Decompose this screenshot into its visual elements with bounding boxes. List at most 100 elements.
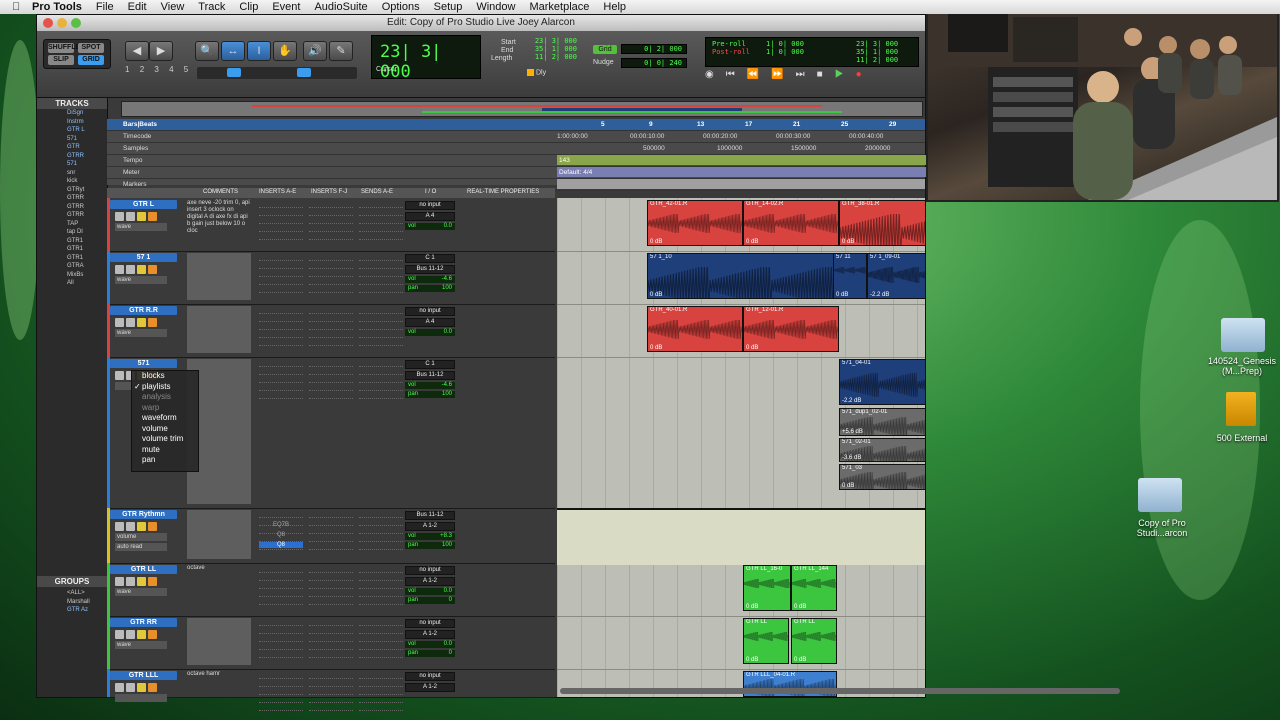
track-header[interactable]: GTR L wave axe neve -20 trim 0, api insert… (107, 198, 555, 252)
insert-slot[interactable] (309, 384, 353, 391)
insert-slot[interactable] (309, 368, 353, 375)
input-selector[interactable]: Bus 11-12 (405, 511, 455, 520)
zoom-out-icon[interactable]: ◀ (125, 41, 149, 61)
audio-clip[interactable]: 57 1_09-01 -2.2 dB (867, 253, 925, 299)
insert-slot[interactable] (309, 643, 353, 650)
insert-slot[interactable] (309, 307, 353, 314)
insert-slot[interactable] (309, 688, 353, 695)
pan-field[interactable]: pan 100 (405, 391, 455, 398)
ruler-bars-beats[interactable]: Bars|Beats 5 9 13 17 21 25 29 (107, 119, 925, 131)
mute-button[interactable] (148, 577, 157, 586)
ruler-meter[interactable]: Meter Default: 4/4 (107, 167, 927, 179)
insert-slot[interactable] (259, 680, 303, 687)
track-view-selector[interactable]: wave (115, 276, 167, 284)
mute-button[interactable] (148, 265, 157, 274)
track-header[interactable]: GTR Rythmn volume auto read EQ7B Q8 Q8 Bus 11-… (107, 508, 555, 564)
insert-slot[interactable] (259, 262, 303, 269)
audio-clip[interactable]: GTR LL 0 dB (791, 618, 837, 664)
track-name[interactable]: 571 (110, 359, 177, 368)
insert-slot[interactable] (309, 619, 353, 626)
track-view-selector[interactable]: wave (115, 641, 167, 649)
track-list-item[interactable]: TAP (37, 220, 107, 229)
send-slot[interactable] (359, 315, 403, 322)
insert-slot[interactable] (259, 376, 303, 383)
insert-slot[interactable] (309, 527, 353, 534)
audio-clip[interactable]: 571_03 0 dB (839, 464, 925, 490)
track-name[interactable]: GTR Rythmn (110, 510, 177, 519)
send-slot[interactable] (359, 254, 403, 261)
insert-slot[interactable] (309, 225, 353, 232)
zoom-preset-2[interactable]: 2 (140, 65, 148, 74)
insert-slot[interactable] (259, 566, 303, 573)
send-slot[interactable] (359, 201, 403, 208)
send-slot[interactable] (359, 543, 403, 550)
mute-button[interactable] (148, 212, 157, 221)
send-slot[interactable] (359, 262, 403, 269)
insert-slot[interactable] (309, 627, 353, 634)
apple-icon[interactable]:  (12, 1, 24, 13)
group-item[interactable]: <ALL> (37, 589, 107, 598)
insert-slot[interactable] (309, 535, 353, 542)
track-list-item[interactable]: GTR1 (37, 254, 107, 263)
col-inserts-ae[interactable]: INSERTS A-E (259, 189, 296, 195)
send-slot[interactable] (359, 511, 403, 518)
menu-item-mute[interactable]: mute (132, 445, 198, 456)
audio-clip[interactable]: GTR LL 0 dB (743, 618, 789, 664)
return-to-zero-icon[interactable]: ⏮ (726, 69, 747, 80)
send-slot[interactable] (359, 368, 403, 375)
track-view-selector[interactable]: volume (115, 533, 167, 541)
menu-item-blocks[interactable]: blocks (132, 371, 198, 382)
trim-tool-icon[interactable]: ↔ (221, 41, 245, 61)
input-monitor-button[interactable] (126, 630, 135, 639)
volume-field[interactable]: vol 0.0 (405, 329, 455, 336)
send-slot[interactable] (359, 643, 403, 650)
output-selector[interactable]: A 4 (405, 318, 455, 327)
insert-slot[interactable] (259, 672, 303, 679)
audio-clip[interactable]: GTR_42-01.R 0 dB (647, 200, 743, 246)
preroll-label[interactable]: Pre-roll (712, 40, 746, 48)
track-header[interactable]: GTR LLL octave hamr no input A 1-2 (107, 669, 555, 711)
track-list-item[interactable]: GTRA (37, 262, 107, 271)
selector-tool-icon[interactable]: I (247, 41, 271, 61)
send-slot[interactable] (359, 225, 403, 232)
insert-slot[interactable] (259, 643, 303, 650)
track-list-item[interactable]: snr (37, 169, 107, 178)
track-list-item[interactable]: All (37, 279, 107, 288)
ruler-timecode[interactable]: Timecode 1:00:00:00 00:00:10:00 00:00:20:0… (107, 131, 925, 143)
track-list-item[interactable]: GTR1 (37, 245, 107, 254)
ruler-samples[interactable]: Samples 500000 1000000 1500000 2000000 (107, 143, 925, 155)
insert-slot[interactable] (259, 307, 303, 314)
output-selector[interactable]: A 1-2 (405, 630, 455, 639)
volume-field[interactable]: vol -4.6 (405, 276, 455, 283)
input-selector[interactable]: no input (405, 201, 455, 210)
input-monitor-button[interactable] (126, 522, 135, 531)
insert-slot[interactable] (309, 543, 353, 550)
output-selector[interactable]: Bus 11-12 (405, 371, 455, 380)
menu-item-pan[interactable]: pan (132, 455, 198, 466)
record-enable-button[interactable] (115, 683, 124, 692)
automation-mode[interactable]: auto read (115, 543, 167, 551)
zoom-preset-4[interactable]: 4 (169, 65, 177, 74)
grid-mode-button[interactable]: GRID (78, 55, 104, 65)
col-sends-ae[interactable]: SENDS A-E (361, 189, 393, 195)
send-slot[interactable] (359, 598, 403, 605)
track-list-item[interactable]: GTR (37, 143, 107, 152)
pan-field[interactable]: pan 0 (405, 597, 455, 604)
send-slot[interactable] (359, 307, 403, 314)
track-header[interactable]: 57 1 wave C 1 Bus 11-12 vol -4.6 pan 100 (107, 251, 555, 305)
play-icon[interactable]: ▶ (835, 69, 856, 80)
grabber-tool-icon[interactable]: ✋ (273, 41, 297, 61)
send-slot[interactable] (359, 278, 403, 285)
menu-clip[interactable]: Clip (239, 1, 258, 13)
track-view-selector[interactable] (115, 694, 167, 702)
col-io[interactable]: I / O (425, 189, 436, 195)
input-selector[interactable]: C 1 (405, 254, 455, 263)
send-slot[interactable] (359, 339, 403, 346)
menu-setup[interactable]: Setup (434, 1, 463, 13)
insert-slot[interactable] (309, 392, 353, 399)
solo-button[interactable] (137, 522, 146, 531)
send-slot[interactable] (359, 209, 403, 216)
shuffle-mode-button[interactable]: SHUFFLE (48, 43, 80, 53)
menu-app[interactable]: Pro Tools (32, 1, 82, 13)
menu-file[interactable]: File (96, 1, 114, 13)
